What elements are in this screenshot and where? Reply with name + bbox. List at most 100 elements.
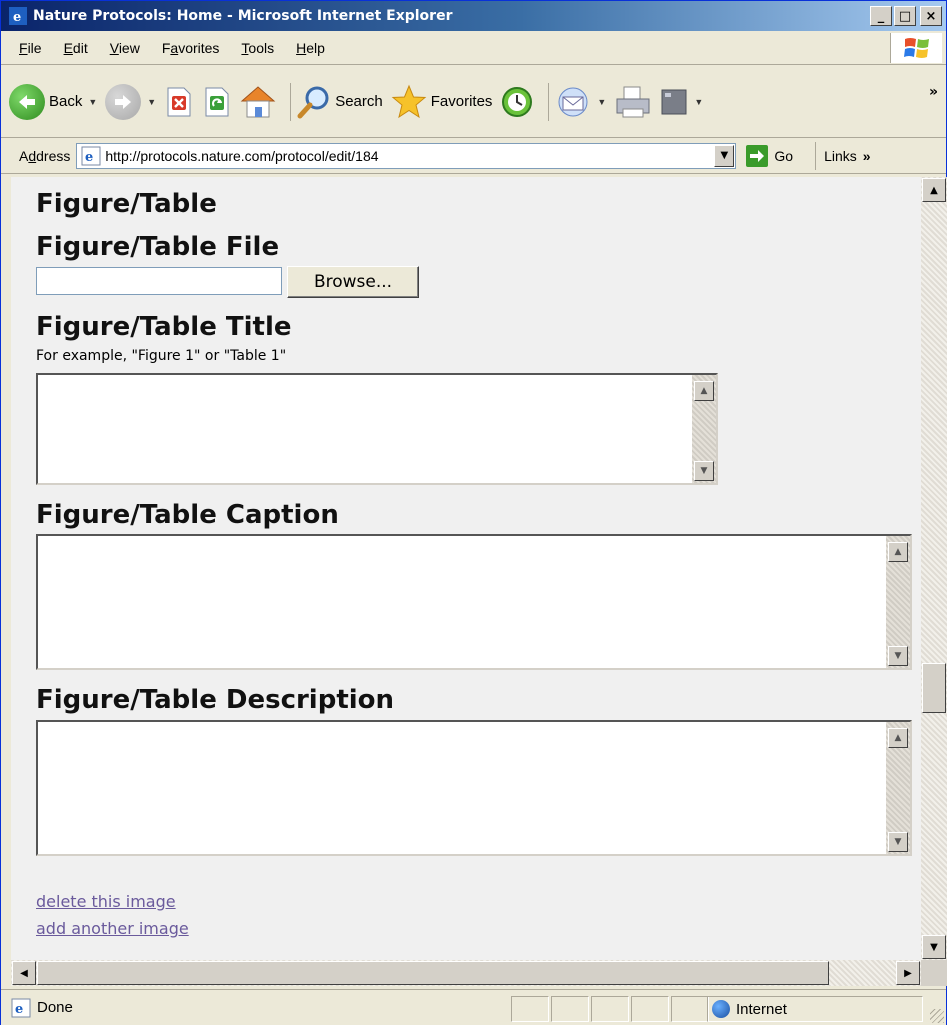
horizontal-scrollbar-thumb[interactable] <box>37 961 829 985</box>
menu-edit[interactable]: Edit <box>56 40 96 56</box>
scroll-left-button[interactable]: ◀ <box>12 961 36 985</box>
ie-icon: e <box>9 7 27 25</box>
back-arrow-icon <box>9 83 45 120</box>
menu-view[interactable]: View <box>102 40 148 56</box>
home-icon <box>240 85 276 117</box>
search-icon <box>297 86 329 118</box>
home-button[interactable] <box>240 85 276 119</box>
go-arrow-icon <box>746 144 769 167</box>
globe-icon <box>712 1000 730 1018</box>
scroll-down-button[interactable]: ▼ <box>694 461 714 481</box>
horizontal-scrollbar[interactable]: ◀ ▶ <box>11 960 921 986</box>
svg-text:e: e <box>15 1002 23 1017</box>
browse-button[interactable]: Browse... <box>287 266 419 298</box>
edit-button[interactable]: ▼ <box>660 88 703 116</box>
favorites-button[interactable]: Favorites <box>391 84 492 120</box>
status-panel <box>511 996 549 1022</box>
scroll-down-button[interactable]: ▼ <box>888 646 908 666</box>
scroll-down-button[interactable]: ▼ <box>922 935 946 959</box>
menu-tools[interactable]: Tools <box>233 40 282 56</box>
menu-file[interactable]: File <box>11 40 50 56</box>
stop-icon <box>167 87 191 116</box>
links-separator <box>815 141 817 170</box>
windows-logo-icon <box>890 33 942 63</box>
status-panel <box>591 996 629 1022</box>
address-url: http://protocols.nature.com/protocol/edi… <box>105 147 379 164</box>
scroll-up-button[interactable]: ▲ <box>694 381 714 401</box>
title-hint: For example, "Figure 1" or "Table 1" <box>36 348 287 364</box>
go-button[interactable]: Go <box>746 144 793 167</box>
title-textarea[interactable]: ▲ ▼ <box>36 373 718 485</box>
status-panel <box>551 996 589 1022</box>
menu-favorites[interactable]: Favorites <box>154 40 228 56</box>
browser-window: e Nature Protocols: Home - Microsoft Int… <box>0 0 947 1025</box>
window-title: Nature Protocols: Home - Microsoft Inter… <box>33 8 453 24</box>
title-heading: Figure/Table Title <box>36 312 292 342</box>
links-button[interactable]: Links» <box>824 148 870 164</box>
status-text: Done <box>37 999 73 1016</box>
window-controls: _ □ × <box>870 6 942 26</box>
scrollbar-thumb[interactable] <box>922 663 946 713</box>
refresh-icon <box>205 87 229 116</box>
svg-text:e: e <box>85 150 93 165</box>
chevron-down-icon[interactable]: ▼ <box>88 97 97 107</box>
title-bar[interactable]: e Nature Protocols: Home - Microsoft Int… <box>1 1 946 31</box>
scroll-up-button[interactable]: ▲ <box>922 178 946 202</box>
chevron-down-icon[interactable]: ▼ <box>597 97 606 107</box>
edit-page-icon <box>661 89 687 114</box>
minimize-button[interactable]: _ <box>870 6 892 26</box>
star-icon <box>391 84 427 118</box>
search-button[interactable]: Search <box>297 85 383 119</box>
security-zone[interactable]: Internet <box>707 996 923 1022</box>
page-icon: e <box>11 998 31 1017</box>
delete-image-link[interactable]: delete this image <box>36 892 176 911</box>
mail-button[interactable]: ▼ <box>555 86 606 118</box>
stop-button[interactable] <box>164 86 194 118</box>
chevron-down-icon[interactable]: ▼ <box>147 97 156 107</box>
svg-text:e: e <box>13 10 21 25</box>
page-icon: e <box>81 146 101 165</box>
status-panel <box>671 996 709 1022</box>
textarea-scrollbar[interactable]: ▲ ▼ <box>886 536 910 668</box>
caption-textarea[interactable]: ▲ ▼ <box>36 534 912 670</box>
textarea-scrollbar[interactable]: ▲ ▼ <box>886 722 910 854</box>
description-heading: Figure/Table Description <box>36 685 395 715</box>
description-textarea[interactable]: ▲ ▼ <box>36 720 912 856</box>
scroll-down-button[interactable]: ▼ <box>888 832 908 852</box>
status-bar: e Done Internet <box>1 989 946 1025</box>
address-label: Address <box>19 147 71 164</box>
add-image-link[interactable]: add another image <box>36 919 189 938</box>
status-panels <box>511 996 711 1022</box>
forward-button[interactable]: ▼ <box>105 83 156 120</box>
page-content: Figure/Table Figure/Table File Browse...… <box>11 177 921 960</box>
textarea-scrollbar[interactable]: ▲ ▼ <box>692 375 716 483</box>
toolbar-separator <box>548 82 550 121</box>
address-dropdown-button[interactable]: ▼ <box>714 144 735 167</box>
menu-help[interactable]: Help <box>288 40 333 56</box>
print-button[interactable] <box>614 85 652 119</box>
file-heading: Figure/Table File <box>36 232 280 262</box>
scroll-up-button[interactable]: ▲ <box>888 542 908 562</box>
address-bar: Address e http://protocols.nature.com/pr… <box>1 138 946 174</box>
chevron-down-icon[interactable]: ▼ <box>694 97 703 107</box>
history-icon <box>502 86 533 117</box>
scroll-up-button[interactable]: ▲ <box>888 728 908 748</box>
status-panel <box>631 996 669 1022</box>
back-button[interactable]: Back ▼ <box>9 83 97 120</box>
maximize-button[interactable]: □ <box>894 6 916 26</box>
close-button[interactable]: × <box>920 6 942 26</box>
address-input[interactable]: e http://protocols.nature.com/protocol/e… <box>76 142 737 169</box>
toolbar-overflow-button[interactable]: » <box>929 84 938 100</box>
resize-grip[interactable] <box>930 1009 944 1023</box>
mail-icon <box>558 87 588 116</box>
vertical-scrollbar[interactable]: ▲ ▼ <box>921 177 947 960</box>
history-button[interactable] <box>500 85 534 119</box>
refresh-button[interactable] <box>202 86 232 118</box>
forward-arrow-icon <box>105 83 142 120</box>
scrollbar-corner <box>921 960 947 986</box>
caption-heading: Figure/Table Caption <box>36 500 339 530</box>
file-path-input[interactable] <box>36 267 282 295</box>
standard-toolbar: Back ▼ ▼ Search Favorites ▼ ▼ » <box>1 66 946 138</box>
menu-bar: File Edit View Favorites Tools Help <box>1 31 946 65</box>
scroll-right-button[interactable]: ▶ <box>896 961 920 985</box>
